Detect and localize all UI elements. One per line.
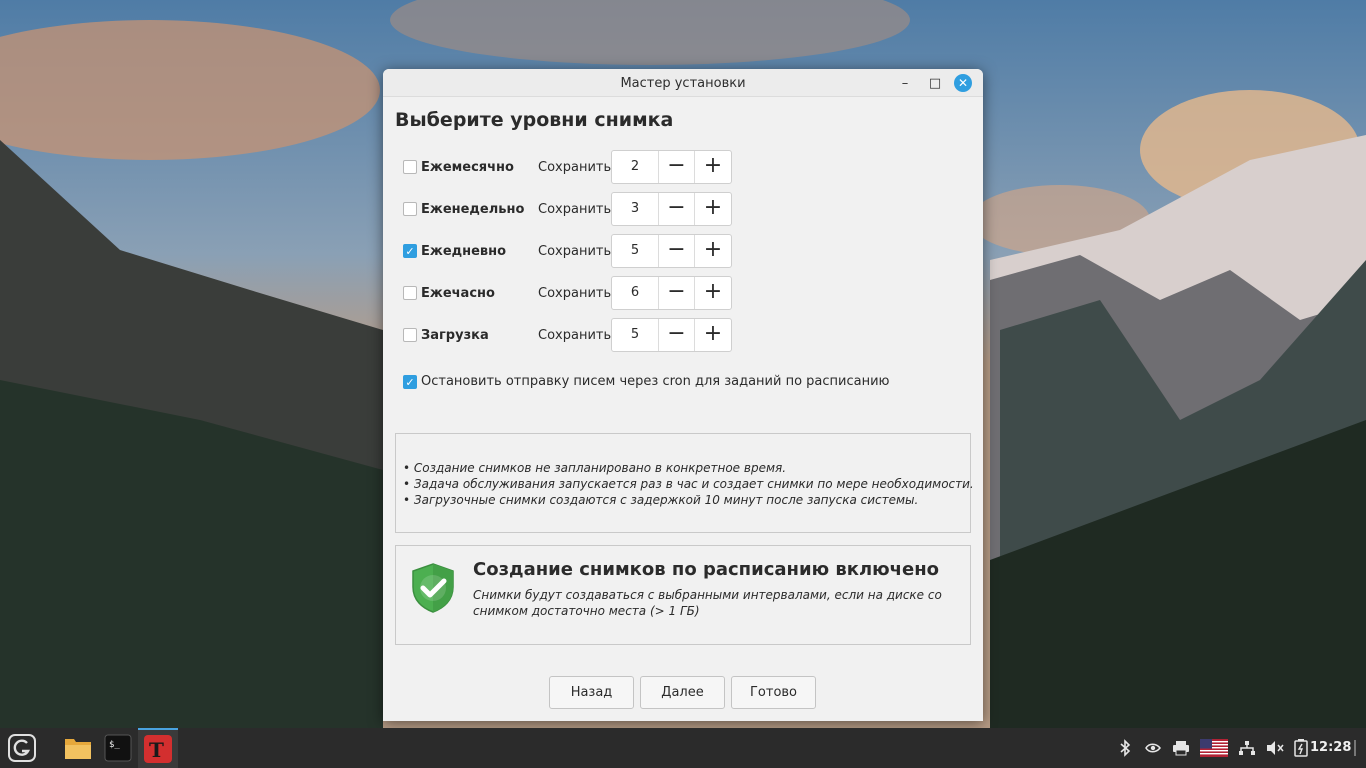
count-stepper[interactable]: 3 − + — [611, 192, 732, 226]
checkbox-hourly[interactable] — [403, 286, 417, 300]
taskbar: $_ T 12:28 — [0, 728, 1366, 768]
terminal-launcher[interactable]: $_ — [98, 728, 138, 768]
count-value[interactable]: 5 — [612, 319, 659, 351]
checkbox-weekly[interactable] — [403, 202, 417, 216]
checkbox-stop-cron-emails[interactable]: ✓ — [403, 375, 417, 389]
checkbox-monthly[interactable] — [403, 160, 417, 174]
minimize-button[interactable]: – — [896, 74, 914, 92]
count-value[interactable]: 2 — [612, 151, 659, 183]
nvidia-icon[interactable] — [1144, 741, 1162, 755]
next-button[interactable]: Далее — [640, 676, 725, 709]
finish-button[interactable]: Готово — [731, 676, 816, 709]
keep-label: Сохранить — [538, 328, 612, 343]
window-title: Мастер установки — [620, 76, 746, 91]
keyboard-layout-flag-icon[interactable] — [1200, 739, 1228, 757]
increment-button[interactable]: + — [695, 235, 731, 267]
cron-option-label[interactable]: Остановить отправку писем через cron для… — [421, 374, 890, 389]
decrement-button[interactable]: − — [659, 319, 695, 351]
shield-check-icon — [412, 563, 454, 613]
info-notes-box: • Создание снимков не запланировано в ко… — [395, 433, 974, 533]
show-desktop-button[interactable] — [1354, 740, 1356, 756]
decrement-button[interactable]: − — [659, 151, 695, 183]
increment-button[interactable]: + — [695, 151, 731, 183]
page-heading: Выберите уровни снимка — [395, 109, 674, 131]
keep-label: Сохранить — [538, 244, 612, 259]
increment-button[interactable]: + — [695, 319, 731, 351]
decrement-button[interactable]: − — [659, 235, 695, 267]
schedule-status-box: Создание снимков по расписанию включено … — [395, 545, 971, 645]
bluetooth-icon[interactable] — [1118, 739, 1132, 757]
system-tray — [1118, 728, 1308, 768]
close-button[interactable]: ✕ — [954, 74, 972, 92]
timeshift-window-button[interactable]: T — [138, 728, 178, 768]
level-label: Ежедневно — [421, 244, 507, 259]
keep-label: Сохранить — [538, 286, 612, 301]
count-value[interactable]: 5 — [612, 235, 659, 267]
checkbox-daily[interactable]: ✓ — [403, 244, 417, 258]
count-stepper[interactable]: 2 − + — [611, 150, 732, 184]
back-button[interactable]: Назад — [549, 676, 634, 709]
files-icon — [65, 739, 91, 759]
level-label: Еженедельно — [421, 202, 525, 217]
keep-label: Сохранить — [538, 202, 612, 217]
menu-icon — [8, 734, 36, 762]
note-item: • Загрузочные снимки создаются с задержк… — [403, 493, 919, 507]
count-stepper[interactable]: 6 − + — [611, 276, 732, 310]
network-icon[interactable] — [1238, 740, 1256, 756]
increment-button[interactable]: + — [695, 193, 731, 225]
timeshift-icon: T — [144, 735, 172, 763]
status-title: Создание снимков по расписанию включено — [473, 559, 940, 580]
increment-button[interactable]: + — [695, 277, 731, 309]
battery-icon[interactable] — [1294, 739, 1308, 757]
title-bar[interactable]: Мастер установки – □ ✕ — [383, 69, 983, 97]
menu-button[interactable] — [0, 728, 44, 768]
level-label: Ежечасно — [421, 286, 495, 301]
keep-label: Сохранить — [538, 160, 612, 175]
printer-icon[interactable] — [1172, 740, 1190, 756]
checkbox-boot[interactable] — [403, 328, 417, 342]
setup-wizard-window: Мастер установки – □ ✕ Выберите уровни с… — [383, 69, 983, 721]
count-value[interactable]: 3 — [612, 193, 659, 225]
count-value[interactable]: 6 — [612, 277, 659, 309]
maximize-button[interactable]: □ — [926, 74, 944, 92]
clock[interactable]: 12:28 — [1310, 740, 1351, 755]
status-description: Снимки будут создаваться с выбранными ин… — [473, 588, 942, 618]
level-label: Ежемесячно — [421, 160, 514, 175]
count-stepper[interactable]: 5 − + — [611, 318, 732, 352]
volume-icon[interactable] — [1266, 740, 1284, 756]
files-launcher[interactable] — [58, 728, 98, 768]
count-stepper[interactable]: 5 − + — [611, 234, 732, 268]
level-label: Загрузка — [421, 328, 489, 343]
svg-text:T: T — [149, 738, 164, 762]
terminal-icon: $_ — [104, 734, 132, 762]
decrement-button[interactable]: − — [659, 193, 695, 225]
note-item: • Создание снимков не запланировано в ко… — [403, 461, 787, 475]
decrement-button[interactable]: − — [659, 277, 695, 309]
note-item: • Задача обслуживания запускается раз в … — [403, 477, 974, 491]
svg-text:$_: $_ — [109, 740, 120, 750]
